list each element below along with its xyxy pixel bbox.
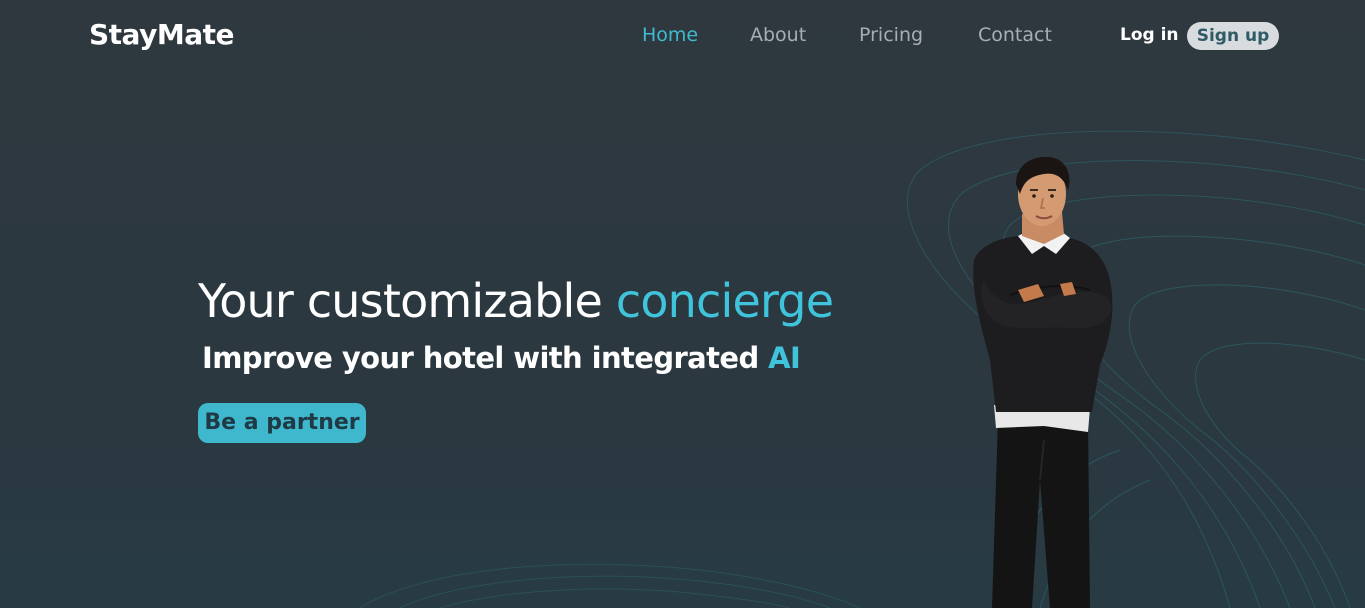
nav-link-contact[interactable]: Contact [978, 24, 1052, 46]
landing-page: StayMate Home About Pricing Contact Log … [0, 0, 1365, 608]
nav-link-home[interactable]: Home [642, 24, 698, 46]
hero-subtitle: Improve your hotel with integrated AI [202, 341, 801, 375]
be-a-partner-button[interactable]: Be a partner [198, 403, 366, 443]
top-navbar: StayMate Home About Pricing Contact Log … [0, 0, 1365, 74]
brand-logo[interactable]: StayMate [89, 18, 234, 51]
nav-link-about[interactable]: About [750, 24, 806, 46]
login-button[interactable]: Log in [1120, 25, 1179, 45]
hero-title-accent: concierge [615, 274, 834, 328]
hero-title: Your customizable concierge [198, 274, 834, 328]
hero-subtitle-accent: AI [768, 341, 801, 375]
hero-title-main: Your customizable [198, 274, 616, 328]
nav-link-pricing[interactable]: Pricing [859, 24, 923, 46]
signup-button[interactable]: Sign up [1187, 22, 1279, 50]
hero-subtitle-main: Improve your hotel with integrated [202, 341, 769, 375]
concierge-avatar-illustration [973, 156, 1113, 608]
